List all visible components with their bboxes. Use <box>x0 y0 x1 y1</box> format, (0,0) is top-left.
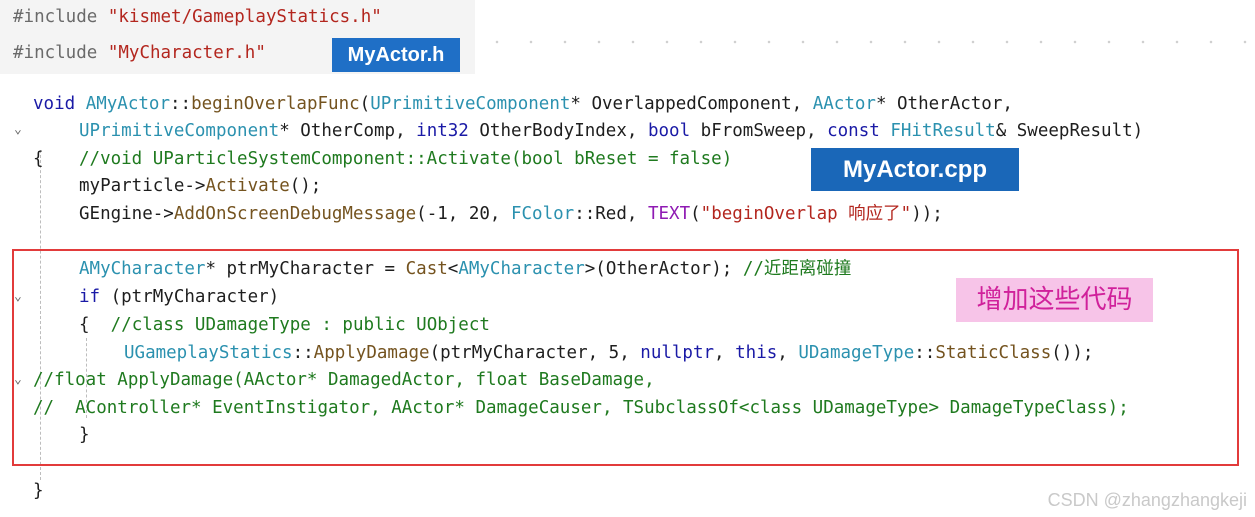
code-line-4: myParticle->Activate(); <box>79 176 322 196</box>
add-code-note: 增加这些代码 <box>956 278 1153 322</box>
include-path: "MyCharacter.h" <box>107 43 266 63</box>
fold-chevron-icon[interactable]: ⌄ <box>14 122 22 137</box>
include-keyword: #include <box>13 43 98 63</box>
include-line-2: #include "MyCharacter.h" <box>13 42 266 64</box>
include-keyword: #include <box>13 7 98 27</box>
cpp-file-badge: MyActor.cpp <box>811 148 1019 191</box>
code-line-13: } <box>33 481 44 501</box>
code-comment-activate: //void UParticleSystemComponent::Activat… <box>79 149 733 169</box>
code-line-5: GEngine->AddOnScreenDebugMessage(-1, 20,… <box>79 204 943 224</box>
divider-dots <box>480 40 1255 44</box>
include-path: "kismet/GameplayStatics.h" <box>107 7 382 27</box>
code-line-3: { <box>33 149 44 169</box>
include-line-1: #include "kismet/GameplayStatics.h" <box>13 6 382 28</box>
header-file-badge: MyActor.h <box>332 38 460 72</box>
code-line-1: void AMyActor::beginOverlapFunc(UPrimiti… <box>33 94 1013 114</box>
code-line-2: UPrimitiveComponent* OtherComp, int32 Ot… <box>79 121 1144 141</box>
watermark: CSDN @zhangzhangkeji <box>1047 490 1247 510</box>
